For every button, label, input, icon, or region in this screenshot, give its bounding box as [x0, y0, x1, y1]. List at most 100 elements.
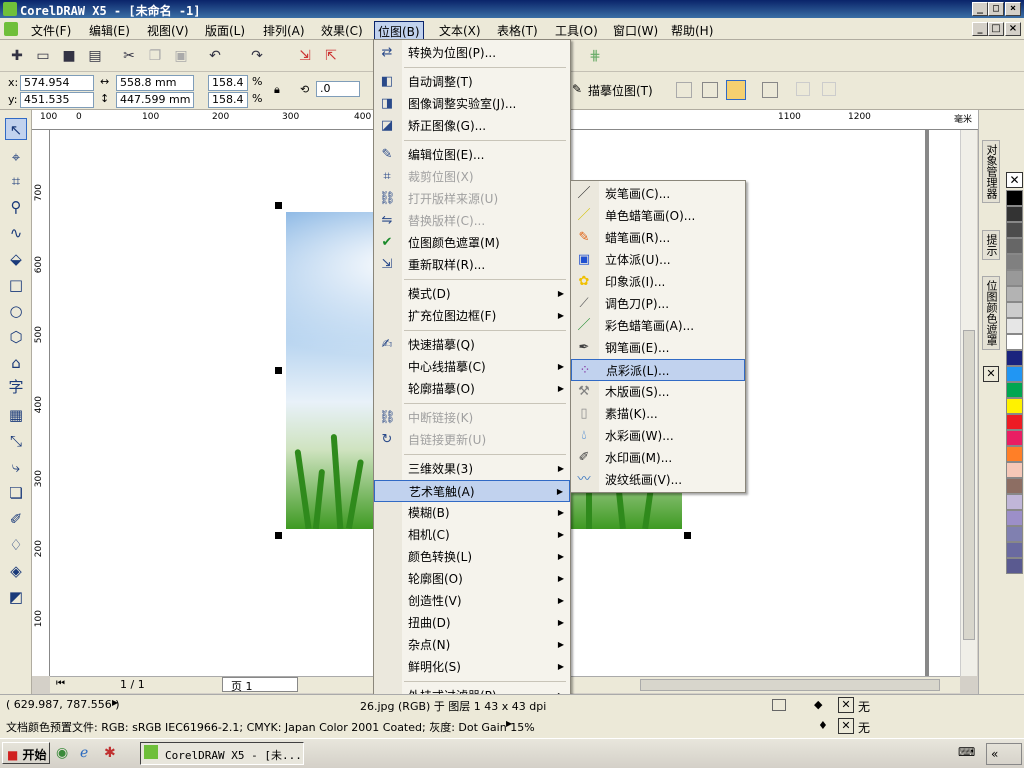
menu-file[interactable]: 文件(F) [28, 21, 74, 40]
bitmap-menu-item[interactable]: 杂点(N) ▶ [374, 634, 570, 656]
menu-layout[interactable]: 版面(L) [202, 21, 248, 40]
ellipse-tool-icon[interactable]: ○ [5, 300, 27, 322]
art-menu-item[interactable]: ✎ 蜡笔画(R)... [571, 227, 745, 249]
fill-none-icon[interactable]: ✕ [838, 697, 854, 713]
selection-handle[interactable] [275, 532, 282, 539]
bitmap-menu-item[interactable]: ◪ 矫正图像(G)... [374, 115, 570, 137]
h-scroll-thumb[interactable] [640, 679, 940, 691]
undo-icon[interactable]: ↶ [204, 46, 226, 66]
zoom-tool-icon[interactable]: ⚲ [5, 196, 27, 218]
ie-icon[interactable]: ℯ [80, 745, 88, 761]
palette-swatch[interactable] [1006, 542, 1023, 558]
crop-bitmap-icon[interactable] [676, 82, 692, 98]
doc-minimize-button[interactable]: _ [972, 22, 988, 36]
palette-swatch[interactable] [1006, 510, 1023, 526]
interactive-fill-icon[interactable]: ◩ [5, 586, 27, 608]
menu-effects[interactable]: 效果(C) [318, 21, 366, 40]
width-field[interactable]: 558.8 mm [116, 75, 194, 91]
palette-swatch[interactable] [1006, 302, 1023, 318]
lock-icon[interactable]: 🔒︎ [274, 83, 280, 97]
bitmap-menu-item[interactable]: ◨ 图像调整实验室(J)... [374, 93, 570, 115]
palette-swatch[interactable] [1006, 414, 1023, 430]
shape-tool-icon[interactable]: ⌖ [5, 146, 27, 168]
art-menu-item[interactable]: ▣ 立体派(U)... [571, 249, 745, 271]
palette-swatch[interactable] [1006, 222, 1023, 238]
import-icon[interactable]: ⇲ [294, 46, 316, 66]
palette-swatch[interactable] [1006, 206, 1023, 222]
table-tool-icon[interactable]: ▦ [5, 404, 27, 426]
bitmap-menu-item[interactable]: ✍ 快速描摹(Q) [374, 334, 570, 356]
vertical-scrollbar[interactable] [960, 130, 977, 676]
profile-play-icon[interactable]: ▶ [506, 719, 512, 728]
first-page-icon[interactable]: ⏮ [56, 678, 65, 689]
art-menu-item[interactable]: ⚒ 木版画(S)... [571, 381, 745, 403]
selection-handle[interactable] [275, 367, 282, 374]
doc-restore-button[interactable]: □ [988, 22, 1004, 36]
bitmap-menu-item[interactable]: 轮廓图(O) ▶ [374, 568, 570, 590]
y-position-field[interactable]: 451.535 mm [20, 92, 94, 120]
bitmap-menu-item[interactable]: 中心线描摹(C) ▶ [374, 356, 570, 378]
art-menu-item[interactable]: ／ 彩色蜡笔画(A)... [571, 315, 745, 337]
art-menu-item[interactable]: ⁘ 点彩派(L)... [571, 359, 745, 381]
menu-help[interactable]: 帮助(H) [668, 21, 716, 40]
palette-swatch[interactable] [1006, 478, 1023, 494]
palette-swatch[interactable] [1006, 494, 1023, 510]
export-icon[interactable]: ⇱ [320, 46, 342, 66]
bitmap-menu-item[interactable]: 扩充位图边框(F) ▶ [374, 305, 570, 327]
selection-handle[interactable] [684, 532, 691, 539]
docker-tab-hints[interactable]: 提示 [982, 230, 1000, 260]
art-menu-item[interactable]: ／ 炭笔画(C)... [571, 183, 745, 205]
bitmap-menu-item[interactable]: 创造性(V) ▶ [374, 590, 570, 612]
bitmap-menu-item[interactable]: ⇲ 重新取样(R)... [374, 254, 570, 276]
art-menu-item[interactable]: ⟋ 调色刀(P)... [571, 293, 745, 315]
copy-icon[interactable]: ❐ [144, 46, 166, 66]
minimize-button[interactable]: _ [972, 2, 988, 16]
outline-tool-icon[interactable]: ♢ [5, 534, 27, 556]
palette-swatch[interactable] [1006, 526, 1023, 542]
freehand-tool-icon[interactable]: ∿ [5, 222, 27, 244]
dimension-tool-icon[interactable]: ⤡ [5, 430, 27, 452]
snap-icon[interactable]: ⋕ [584, 46, 606, 66]
selection-handle[interactable] [275, 202, 282, 209]
chrome-icon[interactable]: ◉ [56, 745, 68, 761]
to-back-icon[interactable] [822, 82, 836, 96]
doc-close-button[interactable]: × [1005, 22, 1021, 36]
connector-tool-icon[interactable]: ⤷ [5, 456, 27, 478]
art-menu-item[interactable]: 💧︎ 水彩画(W)... [571, 425, 745, 447]
cut-icon[interactable]: ✂ [118, 46, 140, 66]
trace-bitmap-icon[interactable]: ✎ [572, 82, 582, 96]
art-menu-item[interactable]: 〰波纹纸画(V)... [571, 469, 745, 491]
palette-swatch[interactable] [1006, 558, 1023, 574]
bitmap-menu-item[interactable]: 轮廓描摹(O) ▶ [374, 378, 570, 400]
page-tab[interactable]: 页 1 [222, 677, 298, 693]
wrap-text-icon[interactable] [762, 82, 778, 98]
menu-text[interactable]: 文本(X) [436, 21, 484, 40]
close-button[interactable]: × [1005, 2, 1021, 16]
scroll-thumb[interactable] [963, 330, 975, 640]
bitmap-menu-item[interactable]: 颜色转换(L) ▶ [374, 546, 570, 568]
palette-swatch[interactable] [1006, 350, 1023, 366]
blend-tool-icon[interactable]: ❏ [5, 482, 27, 504]
polygon-tool-icon[interactable]: ⬡ [5, 326, 27, 348]
menu-window[interactable]: 窗口(W) [610, 21, 661, 40]
bitmap-menu-item[interactable]: 模式(D) ▶ [374, 283, 570, 305]
bitmap-menu-item[interactable]: ◧ 自动调整(T) [374, 71, 570, 93]
scale-x-field[interactable]: 158.4 [208, 75, 248, 91]
paste-icon[interactable]: ▣ [170, 46, 192, 66]
bitmap-menu-item[interactable]: ⇄ 转换为位图(P)... [374, 42, 570, 64]
pick-tool-icon[interactable]: ↖ [5, 118, 27, 140]
palette-swatch[interactable] [1006, 398, 1023, 414]
close-docker-icon[interactable]: ✕ [983, 366, 999, 382]
no-color-swatch[interactable]: ✕ [1006, 172, 1023, 188]
redo-icon[interactable]: ↷ [246, 46, 268, 66]
eyedropper-tool-icon[interactable]: ✐ [5, 508, 27, 530]
bitmap-menu-item[interactable]: 扭曲(D) ▶ [374, 612, 570, 634]
start-button[interactable]: ■ 开始 [2, 742, 50, 764]
keyboard-icon[interactable]: ⌨ [958, 745, 975, 759]
rectangle-tool-icon[interactable]: □ [5, 274, 27, 296]
menu-table[interactable]: 表格(T) [494, 21, 541, 40]
snapshot-icon[interactable] [772, 699, 786, 711]
palette-swatch[interactable] [1006, 334, 1023, 350]
app-shortcut-icon[interactable]: ✱ [104, 745, 116, 761]
palette-swatch[interactable] [1006, 366, 1023, 382]
